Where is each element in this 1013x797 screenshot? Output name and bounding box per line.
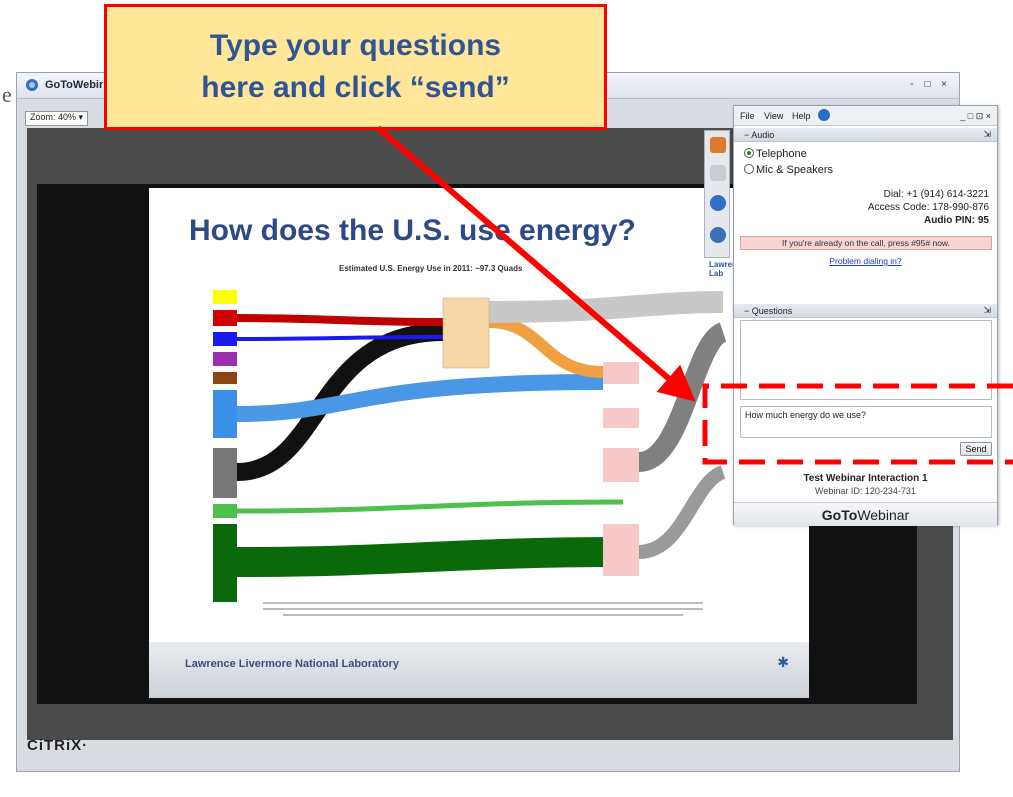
panel-menu-bar: File View Help _ □ ⊡ ×	[734, 106, 997, 126]
telephone-radio[interactable]	[744, 148, 754, 158]
webcam-icon[interactable]	[710, 227, 726, 243]
slide-title: How does the U.S. use energy?	[189, 214, 636, 247]
background-window-letter: e	[2, 82, 12, 107]
access-code: Access Code: 178-990-876	[867, 202, 989, 213]
questions-header-label: Questions	[751, 306, 793, 316]
transportation-box	[603, 524, 639, 576]
flow-hydro	[236, 335, 444, 341]
flow-nuclear	[236, 314, 444, 326]
presentation-slide: How does the U.S. use energy? Estimated …	[149, 188, 809, 698]
audio-pin: Audio PIN: 95	[923, 215, 989, 226]
questions-log[interactable]	[740, 320, 992, 400]
webinar-title: Test Webinar Interaction 1	[803, 473, 928, 484]
flow-biomass	[236, 499, 624, 514]
problem-dialing-link[interactable]: Problem dialing in?	[734, 256, 997, 266]
energy-flow-chart	[213, 290, 729, 616]
dial-info: Dial: +1 (914) 614-3221 Access Code: 178…	[868, 188, 989, 227]
chart-title: Estimated U.S. Energy Use in 2011: ~97.3…	[339, 264, 523, 273]
webinar-id: Webinar ID: 120-234-731	[815, 486, 916, 496]
mic-speakers-radio[interactable]	[744, 164, 754, 174]
audio-header-label: Audio	[751, 130, 775, 140]
window-controls[interactable]: - □ ×	[910, 79, 951, 90]
residential-box	[603, 362, 639, 384]
source-geothermal	[213, 372, 237, 384]
chart-footnote-2	[263, 608, 703, 610]
flow-rejected	[488, 291, 724, 323]
source-biomass	[213, 504, 237, 518]
flow-natural-gas	[236, 374, 604, 422]
flow-to-services	[638, 465, 727, 559]
flow-petroleum	[236, 537, 624, 577]
callout-line-2: here and click “send”	[201, 71, 510, 104]
questions-section-header[interactable]: − Questions ⇲	[734, 304, 997, 318]
presenter-side-toolbar	[704, 130, 730, 258]
menu-help[interactable]: Help	[792, 111, 811, 121]
electricity-generation-box	[442, 297, 490, 369]
callout-line-1: Type your questions	[209, 29, 502, 62]
source-petroleum	[213, 524, 237, 602]
slide-footer-bar	[149, 642, 809, 698]
menu-file[interactable]: File	[740, 111, 755, 121]
gotowebinar-brand: GoToWebinar	[734, 507, 997, 523]
source-nuclear	[213, 310, 237, 326]
source-coal	[213, 448, 237, 498]
gotowebinar-control-panel: File View Help _ □ ⊡ × − Audio ⇲ Telepho…	[733, 105, 998, 526]
lab-footer-icon: ✱	[777, 654, 789, 670]
brand-webinar: Webinar	[857, 507, 910, 523]
gotowebinar-brand-bar: GoToWebinar	[734, 502, 997, 526]
source-natural-gas	[213, 390, 237, 438]
screenshot-stage: GoToWebir - □ × Zoom: 40% ▾ How does the…	[0, 0, 1013, 797]
flow-electricity	[488, 316, 604, 378]
flow-to-rejected	[637, 322, 729, 472]
collapse-icon: −	[744, 306, 750, 316]
telephone-label: Telephone	[756, 148, 807, 160]
callout-text: Type your questions here and click “send…	[107, 25, 604, 109]
chart-footnote-3	[283, 614, 683, 616]
industrial-box	[603, 448, 639, 482]
source-wind	[213, 352, 237, 366]
citrix-logo: CiTRiX·	[27, 737, 89, 754]
globe-icon[interactable]	[818, 109, 830, 121]
commercial-box	[603, 408, 639, 428]
menu-view[interactable]: View	[764, 111, 783, 121]
instruction-callout: Type your questions here and click “send…	[104, 4, 607, 130]
panel-window-controls[interactable]: _ □ ⊡ ×	[960, 111, 991, 122]
zoom-dropdown[interactable]: Zoom: 40% ▾	[25, 111, 89, 126]
question-input[interactable]: How much energy do we use?	[740, 406, 992, 438]
telephone-option[interactable]: Telephone	[744, 148, 807, 160]
collapse-icon: −	[744, 130, 750, 140]
show-hide-panel-icon[interactable]	[710, 137, 726, 153]
brand-goto: GoTo	[821, 507, 858, 523]
already-on-call-notice: If you're already on the call, press #95…	[740, 236, 992, 250]
window-title: GoToWebir	[45, 79, 104, 91]
mic-speakers-option[interactable]: Mic & Speakers	[744, 164, 833, 176]
dial-number: Dial: +1 (914) 614-3221	[883, 189, 989, 200]
send-button[interactable]: Send	[960, 442, 992, 456]
popout-icon[interactable]: ⇲	[983, 129, 991, 140]
screen-icon[interactable]	[710, 195, 726, 211]
source-solar	[213, 290, 237, 304]
raise-hand-icon[interactable]	[710, 165, 726, 181]
popout-icon[interactable]: ⇲	[983, 305, 991, 316]
gotowebinar-logo-icon	[26, 79, 38, 91]
chart-footnote	[263, 602, 703, 604]
audio-section-header[interactable]: − Audio ⇲	[734, 128, 997, 142]
source-hydro	[213, 332, 237, 346]
slide-footer-text: Lawrence Livermore National Laboratory	[185, 658, 399, 670]
mic-speakers-label: Mic & Speakers	[756, 164, 834, 176]
